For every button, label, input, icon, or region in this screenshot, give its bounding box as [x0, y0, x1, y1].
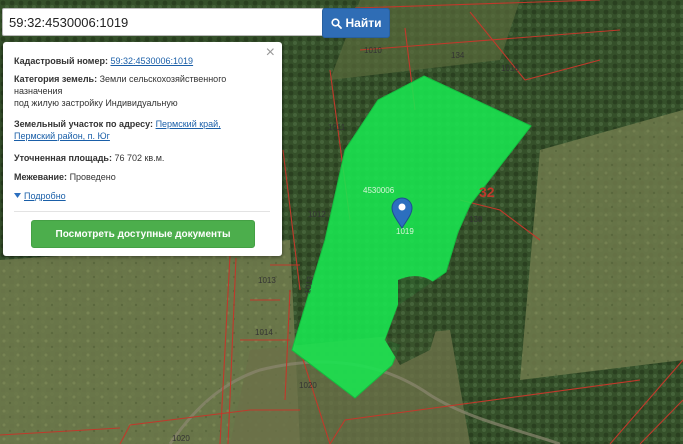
- parcel-label: 1012: [308, 210, 326, 219]
- search-button[interactable]: Найти: [322, 8, 390, 38]
- survey-label: Межевание:: [14, 172, 68, 182]
- triangle-down-icon: [14, 193, 21, 198]
- quarter-label: 32: [479, 184, 495, 200]
- more-details-label: Подробно: [24, 191, 66, 201]
- search-icon: [330, 17, 342, 29]
- parcel-id-label: 4530006: [363, 186, 395, 195]
- more-details-link[interactable]: Подробно: [14, 191, 66, 201]
- parcel-label: 1011: [328, 123, 346, 132]
- cadastral-number-label: Кадастровый номер:: [14, 56, 108, 66]
- parcel-label: 1020: [172, 434, 190, 443]
- area-row: Уточненная площадь: 76 702 кв.м.: [14, 152, 270, 164]
- parcel-info-popup: × Кадастровый номер: 59:32:4530006:1019 …: [3, 42, 282, 256]
- view-documents-button[interactable]: Посмотреть доступные документы: [31, 220, 255, 248]
- cadastral-number-row: Кадастровый номер: 59:32:4530006:1019: [14, 55, 270, 67]
- category-label: Категория земель:: [14, 74, 98, 84]
- field-area-east: [520, 110, 683, 380]
- parcel-short-label: 1019: [396, 227, 414, 236]
- divider: [14, 211, 270, 212]
- use-value: под жилую застройку Индивидуальную: [14, 98, 178, 108]
- parcel-label: 134: [451, 51, 465, 60]
- category-row: Категория земель: Земли сельскохозяйстве…: [14, 73, 270, 109]
- parcel-label: 1014: [255, 328, 273, 337]
- survey-row: Межевание: Проведено: [14, 171, 270, 183]
- address-label: Земельный участок по адресу:: [14, 119, 154, 129]
- parcel-label: 1013: [258, 276, 276, 285]
- area-value: 76 702 кв.м.: [114, 153, 165, 163]
- parcel-label: 1020: [299, 381, 317, 390]
- area-label: Уточненная площадь:: [14, 153, 112, 163]
- parcel-label: 1018: [501, 64, 519, 73]
- address-link[interactable]: Пермский край,: [156, 119, 221, 129]
- parcel-label: 1010: [364, 46, 382, 55]
- address-link-line2[interactable]: Пермский район, п. Юг: [14, 131, 110, 141]
- cadastral-number-link[interactable]: 59:32:4530006:1019: [110, 56, 193, 66]
- survey-value: Проведено: [69, 172, 116, 182]
- parcel-label: 138: [469, 215, 483, 224]
- search-button-label: Найти: [345, 16, 382, 30]
- cadastral-search-input[interactable]: [2, 8, 324, 36]
- address-row: Земельный участок по адресу: Пермский кр…: [14, 118, 270, 142]
